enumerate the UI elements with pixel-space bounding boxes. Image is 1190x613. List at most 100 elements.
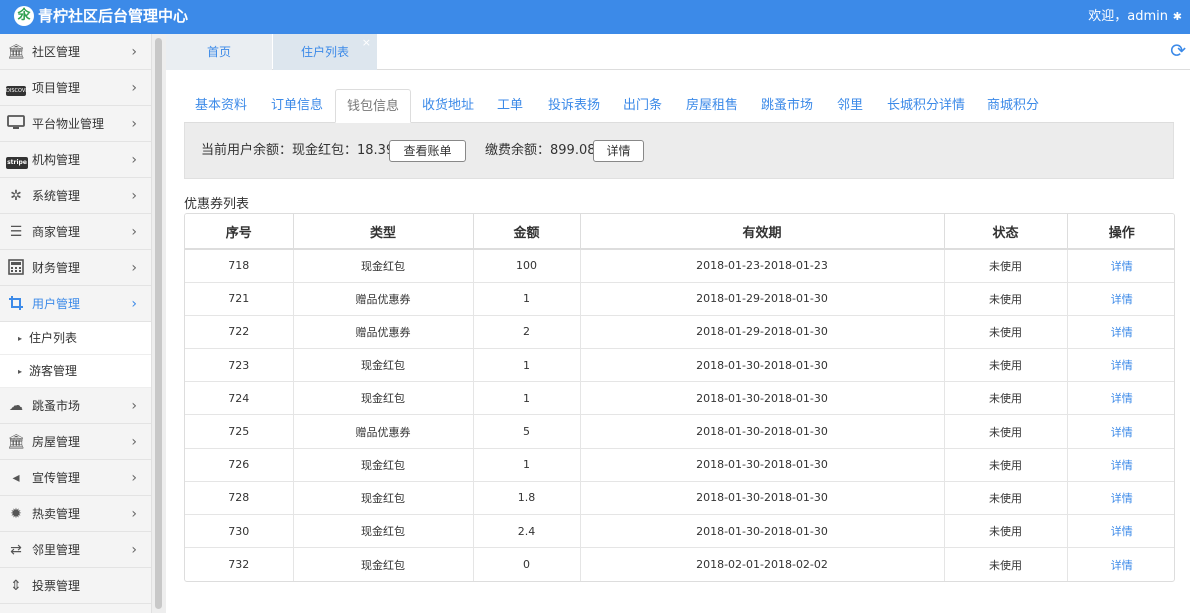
detail-link[interactable]: 详情 <box>1067 548 1174 581</box>
sidebar-item-label: 跳蚤市场 <box>32 399 81 413</box>
cell-type: 现金红包 <box>293 348 474 383</box>
current-balance: 当前用户余额：现金红包：18.39 <box>201 143 395 158</box>
page-tab-strip: 首页 住户列表 × ⟳ <box>166 34 1190 70</box>
sidebar-subitem-resident-list[interactable]: ▸ 住户列表 <box>0 322 151 355</box>
sidebar-item-label: 热卖管理 <box>32 507 81 521</box>
chevron-right-icon: › <box>131 152 137 168</box>
sort-icon: ⇕ <box>10 578 22 594</box>
sidebar-item-label: 平台物业管理 <box>32 117 105 131</box>
sidebar-item-promotion[interactable]: ◂ 宣传管理 › <box>0 460 151 496</box>
detail-link[interactable]: 详情 <box>1067 348 1174 383</box>
detail-link[interactable]: 详情 <box>1067 315 1174 350</box>
sidebar-item-vote[interactable]: ⇕ 投票管理 <box>0 568 151 604</box>
app-title: 青柠社区后台管理中心 <box>38 7 189 25</box>
tab-great-wall-points[interactable]: 长城积分详情 <box>887 89 965 123</box>
column-header-action: 操作 <box>1067 214 1174 250</box>
cell-status: 未使用 <box>944 514 1068 549</box>
sidebar-item-system[interactable]: ✲ 系统管理 › <box>0 178 151 214</box>
sidebar-item-neighbor[interactable]: ⇄ 邻里管理 › <box>0 532 151 568</box>
view-bill-button[interactable]: 查看账单 <box>389 140 466 162</box>
page-tab-home[interactable]: 首页 <box>166 34 272 70</box>
payment-detail-button[interactable]: 详情 <box>593 140 644 162</box>
menu-icon: ☰ <box>9 224 23 240</box>
sidebar-item-housing[interactable]: 🏛 房屋管理 › <box>0 424 151 460</box>
main-content: 基本资料 订单信息 钱包信息 收货地址 工单 投诉表扬 出门条 房屋租售 跳蚤市… <box>166 71 1190 613</box>
detail-link[interactable]: 详情 <box>1067 448 1174 482</box>
tab-housing-rental[interactable]: 房屋租售 <box>686 89 738 123</box>
sidebar-item-label: 宣传管理 <box>32 471 81 485</box>
sidebar-item-finance[interactable]: 财务管理 › <box>0 250 151 286</box>
user-menu[interactable]: 欢迎，admin <box>1088 8 1168 26</box>
sidebar-item-merchant[interactable]: ☰ 商家管理 › <box>0 214 151 250</box>
detail-link[interactable]: 详情 <box>1067 381 1174 416</box>
column-header-status[interactable]: 状态 <box>944 214 1068 250</box>
tab-order-info[interactable]: 订单信息 <box>271 89 323 123</box>
gear-icon[interactable]: ✱ <box>1173 9 1182 25</box>
tab-work-order[interactable]: 工单 <box>497 89 523 123</box>
detail-link[interactable]: 详情 <box>1067 514 1174 549</box>
sidebar-item-flea-market[interactable]: ☁ 跳蚤市场 › <box>0 388 151 424</box>
sidebar-subitem-visitor[interactable]: ▸ 游客管理 <box>0 355 151 388</box>
detail-link[interactable]: 详情 <box>1067 414 1174 449</box>
table-row: 725 赠品优惠券 5 2018-01-30-2018-01-30 未使用 详情 <box>185 414 1174 449</box>
retweet-icon: ⇄ <box>10 542 22 558</box>
cell-status: 未使用 <box>944 381 1068 416</box>
cell-id: 722 <box>185 315 294 350</box>
cell-validity: 2018-01-23-2018-01-23 <box>580 249 945 283</box>
bank-icon: 🏛 <box>7 44 25 60</box>
sidebar: 🏛 社区管理 › DISCOVER 项目管理 › 平台物业管理 › stripe… <box>0 34 152 613</box>
detail-link[interactable]: 详情 <box>1067 481 1174 516</box>
crop-icon <box>6 295 26 313</box>
tab-flea-market[interactable]: 跳蚤市场 <box>761 89 813 123</box>
sidebar-item-property[interactable]: 平台物业管理 › <box>0 106 151 142</box>
detail-link[interactable]: 详情 <box>1067 282 1174 316</box>
tab-shipping-address[interactable]: 收货地址 <box>422 89 474 123</box>
cell-amount: 100 <box>473 249 581 283</box>
sidebar-item-organization[interactable]: stripe 机构管理 › <box>0 142 151 178</box>
column-header-id[interactable]: 序号 <box>185 214 294 250</box>
tab-complaints[interactable]: 投诉表扬 <box>548 89 600 123</box>
refresh-icon[interactable]: ⟳ <box>1170 40 1186 62</box>
scrollbar-thumb[interactable] <box>155 38 162 609</box>
sidebar-item-label: 机构管理 <box>32 153 81 167</box>
table-row: 722 赠品优惠券 2 2018-01-29-2018-01-30 未使用 详情 <box>185 315 1174 350</box>
sidebar-item-users[interactable]: 用户管理 › <box>0 286 151 322</box>
close-icon[interactable]: × <box>362 25 371 61</box>
sidebar-item-label: 商家管理 <box>32 225 81 239</box>
column-header-validity[interactable]: 有效期 <box>580 214 945 250</box>
sidebar-item-label: 房屋管理 <box>32 435 81 449</box>
cell-status: 未使用 <box>944 547 1068 581</box>
balance-panel: 当前用户余额：现金红包：18.39 查看账单 缴费余额：899.08 详情 <box>184 123 1174 179</box>
sidebar-item-hot-sale[interactable]: ✹ 热卖管理 › <box>0 496 151 532</box>
tab-neighbor[interactable]: 邻里 <box>837 89 863 123</box>
column-header-type[interactable]: 类型 <box>293 214 474 250</box>
coupon-table: 序号 类型 金额 有效期 状态 操作 718 现金红包 100 2018-01-… <box>184 213 1175 582</box>
cell-status: 未使用 <box>944 414 1068 449</box>
cell-amount: 1 <box>473 348 581 383</box>
page-tab-resident-list[interactable]: 住户列表 × <box>273 34 377 70</box>
chevron-right-icon: › <box>131 188 137 204</box>
sidebar-scrollbar[interactable] <box>152 34 166 613</box>
tab-basic-info[interactable]: 基本资料 <box>195 89 247 123</box>
table-row: 732 现金红包 0 2018-02-01-2018-02-02 未使用 详情 <box>185 547 1174 581</box>
sidebar-item-label: 投票管理 <box>32 579 81 593</box>
tab-exit-pass[interactable]: 出门条 <box>623 89 662 123</box>
cell-status: 未使用 <box>944 249 1068 283</box>
tab-wallet-info[interactable]: 钱包信息 <box>335 89 412 123</box>
chevron-right-icon: › <box>131 44 137 60</box>
sidebar-item-project[interactable]: DISCOVER 项目管理 › <box>0 70 151 106</box>
column-header-amount[interactable]: 金额 <box>473 214 581 250</box>
sun-icon: ✹ <box>10 506 22 522</box>
volume-icon: ◂ <box>12 470 20 486</box>
chevron-right-icon: › <box>131 398 137 414</box>
detail-link[interactable]: 详情 <box>1067 249 1174 283</box>
cell-id: 728 <box>185 481 294 516</box>
chevron-right-icon: › <box>131 434 137 450</box>
cell-validity: 2018-01-30-2018-01-30 <box>580 514 945 549</box>
bank-icon: 🏛 <box>7 434 25 450</box>
cell-type: 现金红包 <box>293 481 474 516</box>
sidebar-item-community[interactable]: 🏛 社区管理 › <box>0 34 151 70</box>
cell-id: 723 <box>185 348 294 383</box>
discover-card-icon: DISCOVER <box>6 79 32 97</box>
tab-mall-points[interactable]: 商城积分 <box>987 89 1039 123</box>
